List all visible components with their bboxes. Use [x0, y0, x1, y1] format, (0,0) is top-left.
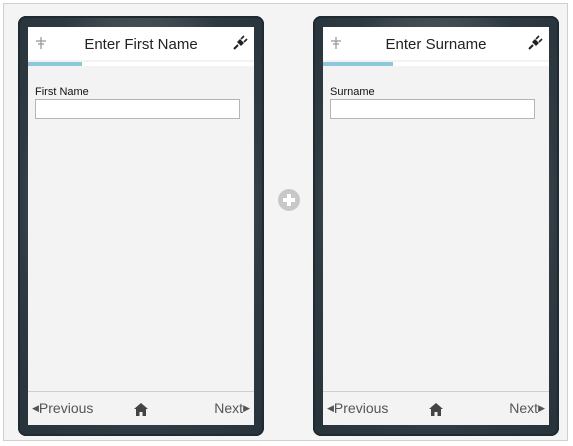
- progress-fill: [323, 62, 394, 66]
- next-label: Next: [214, 400, 244, 416]
- next-label: Next: [509, 400, 539, 416]
- screen-viewport: Enter Surname Surname ◀Previous Next▶: [323, 27, 549, 425]
- home-icon[interactable]: [429, 403, 443, 416]
- previous-label: Previous: [38, 400, 94, 416]
- chevron-right-icon: ▶: [243, 403, 250, 413]
- next-button[interactable]: Next▶: [214, 400, 250, 416]
- previous-button[interactable]: ◀Previous: [32, 400, 93, 416]
- chevron-right-icon: ▶: [538, 403, 545, 413]
- screen-header: Enter First Name: [28, 27, 254, 60]
- previous-button[interactable]: ◀Previous: [327, 400, 388, 416]
- progress-fill: [28, 62, 83, 66]
- previous-label: Previous: [333, 400, 389, 416]
- screen-title: Enter Surname: [385, 36, 487, 53]
- surname-input[interactable]: [330, 99, 535, 119]
- screen-footer-nav: ◀Previous Next▶: [323, 391, 549, 425]
- screen-title: Enter First Name: [84, 36, 198, 53]
- screen-header: Enter Surname: [323, 27, 549, 60]
- plug-icon[interactable]: [232, 35, 248, 51]
- screen-card-first-name[interactable]: Enter First Name First Name ◀Previous Ne…: [18, 16, 264, 436]
- next-button[interactable]: Next▶: [509, 400, 545, 416]
- field-label: First Name: [35, 86, 89, 98]
- chevron-left-icon: ◀: [32, 403, 39, 413]
- progress-bar: [28, 62, 254, 66]
- field-label: Surname: [330, 86, 375, 98]
- home-icon[interactable]: [134, 403, 148, 416]
- screen-card-surname[interactable]: Enter Surname Surname ◀Previous Next▶: [313, 16, 559, 436]
- plug-icon[interactable]: [527, 35, 543, 51]
- screen-footer-nav: ◀Previous Next▶: [28, 391, 254, 425]
- chevron-left-icon: ◀: [327, 403, 334, 413]
- screen-viewport: Enter First Name First Name ◀Previous Ne…: [28, 27, 254, 425]
- add-screen-button[interactable]: [278, 189, 300, 211]
- progress-bar: [323, 62, 549, 66]
- first-name-input[interactable]: [35, 99, 240, 119]
